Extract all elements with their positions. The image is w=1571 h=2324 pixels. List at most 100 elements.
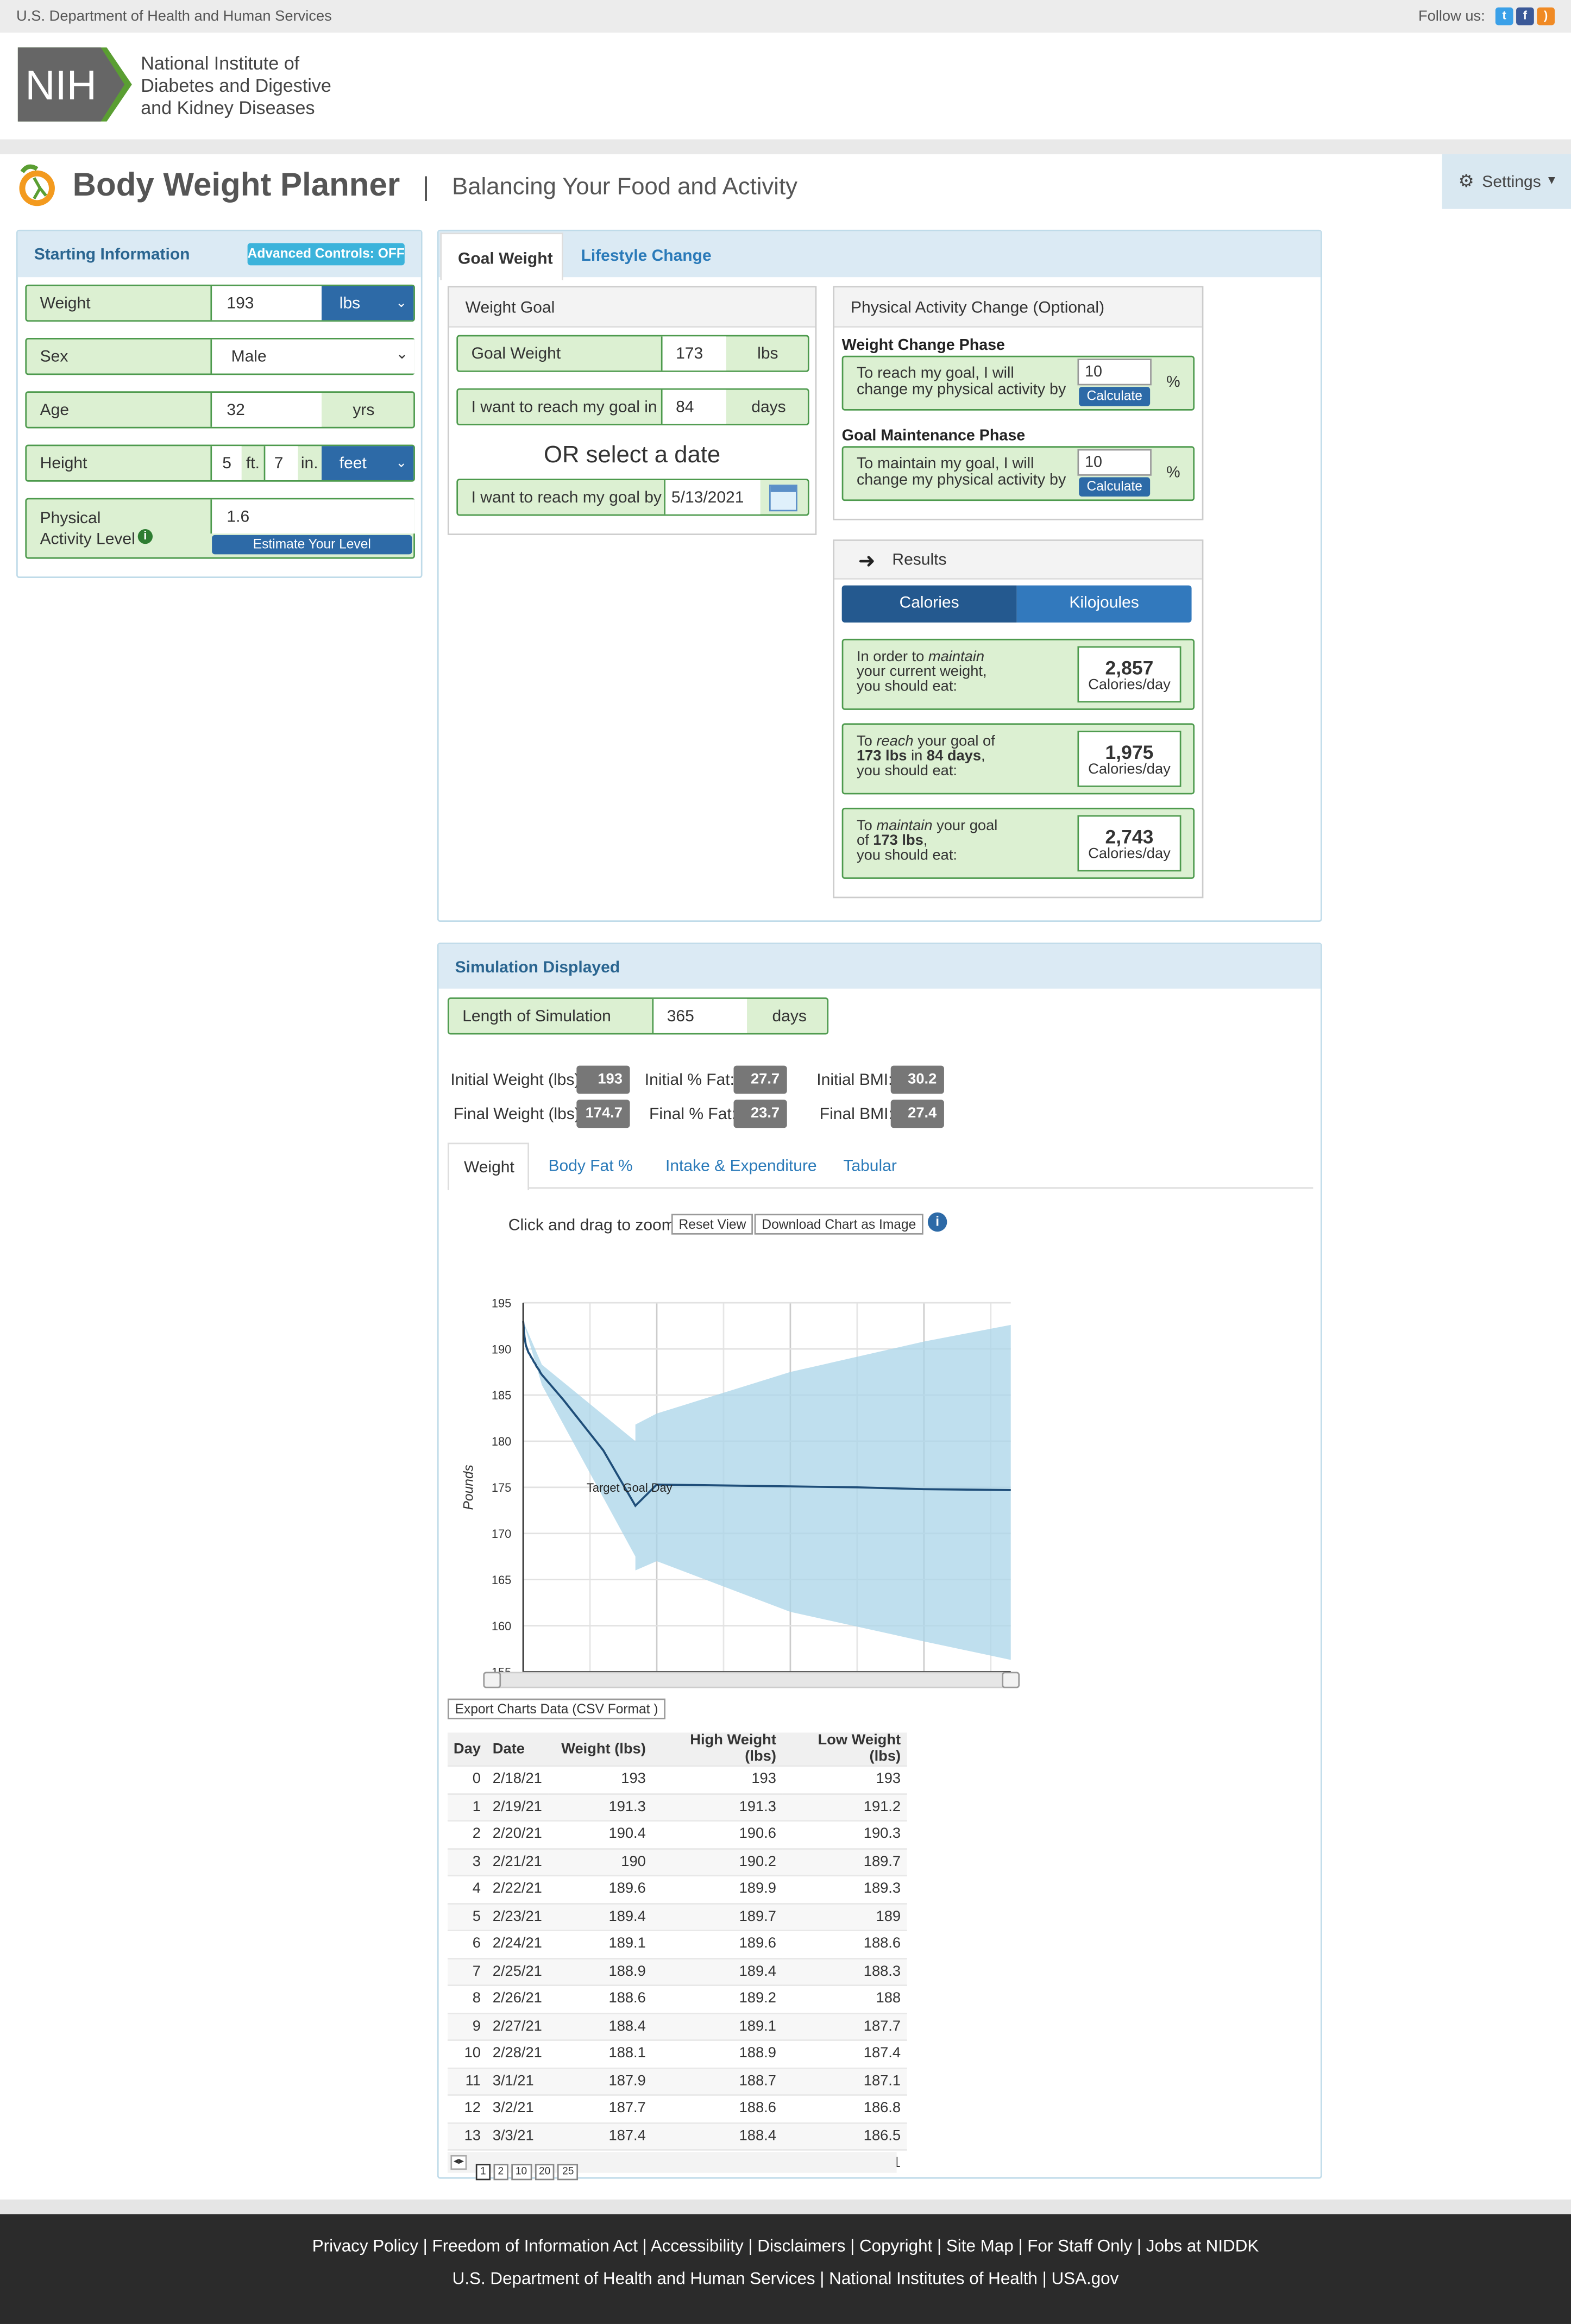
- table-cell: 190.4: [548, 1820, 652, 1849]
- kilojoules-tab[interactable]: Kilojoules: [1016, 585, 1192, 623]
- table-cell: 188.4: [548, 2012, 652, 2040]
- rss-icon[interactable]: ): [1537, 7, 1555, 26]
- table-cell: 188.6: [651, 2094, 782, 2122]
- phase1-text: To reach my goal, I will: [856, 365, 1014, 382]
- calculate-button[interactable]: Calculate: [1079, 477, 1151, 497]
- ft-label: ft.: [246, 455, 260, 473]
- export-csv-button[interactable]: Export Charts Data (CSV Format ): [447, 1698, 666, 1719]
- weight-chart[interactable]: 1551601651701751801851901950100200300Day…: [448, 1235, 1026, 1676]
- slider-handle-left[interactable]: [483, 1672, 501, 1688]
- page-size-option[interactable]: 20: [534, 2164, 555, 2181]
- activity-level-input[interactable]: 1.6: [210, 499, 415, 534]
- page-size-option[interactable]: 25: [557, 2164, 579, 2181]
- weight-goal-header: Weight Goal: [449, 287, 815, 328]
- result-unit: Calories/day: [1088, 762, 1171, 778]
- y-tick-label: 190: [492, 1342, 511, 1356]
- chart-info-icon[interactable]: i: [927, 1212, 947, 1232]
- calendar-icon[interactable]: [769, 485, 797, 512]
- table-header-cell[interactable]: Date: [486, 1732, 548, 1766]
- table-cell: 8: [447, 1984, 487, 2013]
- phase1-percent-input[interactable]: 10: [1077, 359, 1152, 386]
- initial-fat-label: Initial % Fat:: [644, 1071, 734, 1090]
- table-cell: 190.3: [782, 1820, 907, 1849]
- tab-intake-expenditure[interactable]: Intake & Expenditure: [665, 1158, 817, 1176]
- activity-change-box: Physical Activity Change (Optional) Weig…: [833, 286, 1204, 520]
- reach-goal-result: To reach your goal of 173 lbs in 84 days…: [841, 723, 1195, 795]
- tab-tabular[interactable]: Tabular: [843, 1158, 896, 1176]
- page-size-option[interactable]: 1: [475, 2164, 491, 2181]
- y-tick-label: 185: [492, 1389, 511, 1402]
- goal-date-input[interactable]: 5/13/2021: [664, 480, 761, 514]
- table-cell: 187.1: [782, 2067, 907, 2095]
- footer-agency-links[interactable]: U.S. Department of Health and Human Serv…: [0, 2271, 1571, 2289]
- weight-label: Weight: [40, 294, 91, 313]
- results-box: ➜ Results Calories Kilojoules In order t…: [833, 539, 1204, 899]
- advanced-controls-toggle[interactable]: Advanced Controls: OFF: [247, 243, 405, 266]
- goal-weight-input[interactable]: 173: [661, 336, 726, 371]
- table-header-cell[interactable]: Low Weight (lbs): [782, 1732, 907, 1766]
- table-header-cell[interactable]: Weight (lbs): [548, 1732, 652, 1766]
- simulation-length-input[interactable]: 365: [652, 998, 747, 1033]
- page-size-option[interactable]: 2: [493, 2164, 508, 2181]
- age-input[interactable]: 32: [210, 392, 322, 427]
- tab-weight-label: Weight: [463, 1159, 514, 1177]
- table-cell: 189.7: [782, 1847, 907, 1876]
- weight-unit-select[interactable]: lbs ⌄: [322, 286, 414, 321]
- height-inches-value: 7: [274, 455, 284, 473]
- result-text: To maintain your goal: [856, 818, 998, 835]
- weight-change-phase-title: Weight Change Phase: [841, 336, 1006, 355]
- result-text: of 173 lbs,: [856, 833, 928, 850]
- height-inches-input[interactable]: 7: [263, 446, 298, 480]
- calculate-button[interactable]: Calculate: [1079, 387, 1151, 406]
- table-cell: 189.2: [651, 1984, 782, 2013]
- nih-logo[interactable]: NIH: [17, 47, 132, 122]
- chart-range-slider[interactable]: [483, 1672, 1020, 1688]
- goal-days-label: I want to reach my goal in: [471, 398, 657, 417]
- pager-nav-icon[interactable]: ◂▸: [450, 2155, 467, 2170]
- estimate-level-button[interactable]: Estimate Your Level: [212, 535, 412, 555]
- info-icon[interactable]: i: [137, 529, 153, 544]
- table-row: 0 2/18/21 193 193 193: [447, 1765, 907, 1794]
- data-table: Day Date Weight (lbs) High Weight (lbs) Low …: [447, 1732, 907, 2177]
- tab-goal-weight[interactable]: Goal Weight: [440, 233, 563, 280]
- activity-level-label: Physical: [40, 510, 101, 528]
- height-unit-select[interactable]: feet ⌄: [322, 446, 414, 480]
- facebook-icon[interactable]: f: [1516, 7, 1534, 26]
- table-cell: 191.3: [651, 1792, 782, 1821]
- table-header-cell[interactable]: Day: [447, 1732, 487, 1766]
- chevron-down-icon: ⌄: [395, 294, 407, 310]
- goal-weight-unit: lbs: [757, 345, 778, 363]
- table-cell: 188.6: [548, 1984, 652, 2013]
- page-size-option[interactable]: 10: [511, 2164, 532, 2181]
- download-chart-button[interactable]: Download Chart as Image: [754, 1214, 923, 1235]
- phase2-percent-input[interactable]: 10: [1077, 449, 1152, 476]
- initial-bmi-badge: 30.2: [890, 1065, 944, 1094]
- table-cell: 188.1: [548, 2039, 652, 2068]
- table-cell: 6: [447, 1930, 487, 1958]
- goal-days-input[interactable]: 84: [661, 390, 726, 424]
- table-cell: 2: [447, 1820, 487, 1849]
- tab-weight[interactable]: Weight: [447, 1142, 530, 1190]
- table-cell: 187.7: [782, 2012, 907, 2040]
- chart-tabs-line: [447, 1187, 1314, 1189]
- weight-input[interactable]: 193: [210, 286, 322, 321]
- sex-select[interactable]: Male ⌄: [210, 339, 415, 374]
- table-row: 2 2/20/21 190.4 190.6 190.3: [447, 1820, 907, 1849]
- table-cell: 5: [447, 1902, 487, 1931]
- slider-handle-right[interactable]: [1002, 1672, 1020, 1688]
- table-cell: 4: [447, 1875, 487, 1904]
- footer-links[interactable]: Privacy Policy | Freedom of Information …: [0, 2238, 1571, 2256]
- table-row: 5 2/23/21 189.4 189.7 189: [447, 1902, 907, 1931]
- twitter-icon[interactable]: t: [1495, 7, 1513, 26]
- settings-button[interactable]: ⚙ Settings ▼: [1442, 154, 1571, 209]
- calories-tab[interactable]: Calories: [841, 585, 1017, 623]
- goal-date-label: I want to reach my goal by: [471, 489, 662, 507]
- height-feet-input[interactable]: 5: [210, 446, 242, 480]
- tab-lifestyle-change[interactable]: Lifestyle Change: [581, 248, 711, 266]
- age-row: Age 32 yrs: [25, 391, 415, 429]
- height-unit-value: feet: [339, 455, 367, 473]
- phase1-percent-value: 10: [1085, 363, 1103, 381]
- table-header-cell[interactable]: High Weight (lbs): [651, 1732, 782, 1766]
- tab-body-fat[interactable]: Body Fat %: [548, 1158, 632, 1176]
- reset-view-button[interactable]: Reset View: [671, 1214, 753, 1235]
